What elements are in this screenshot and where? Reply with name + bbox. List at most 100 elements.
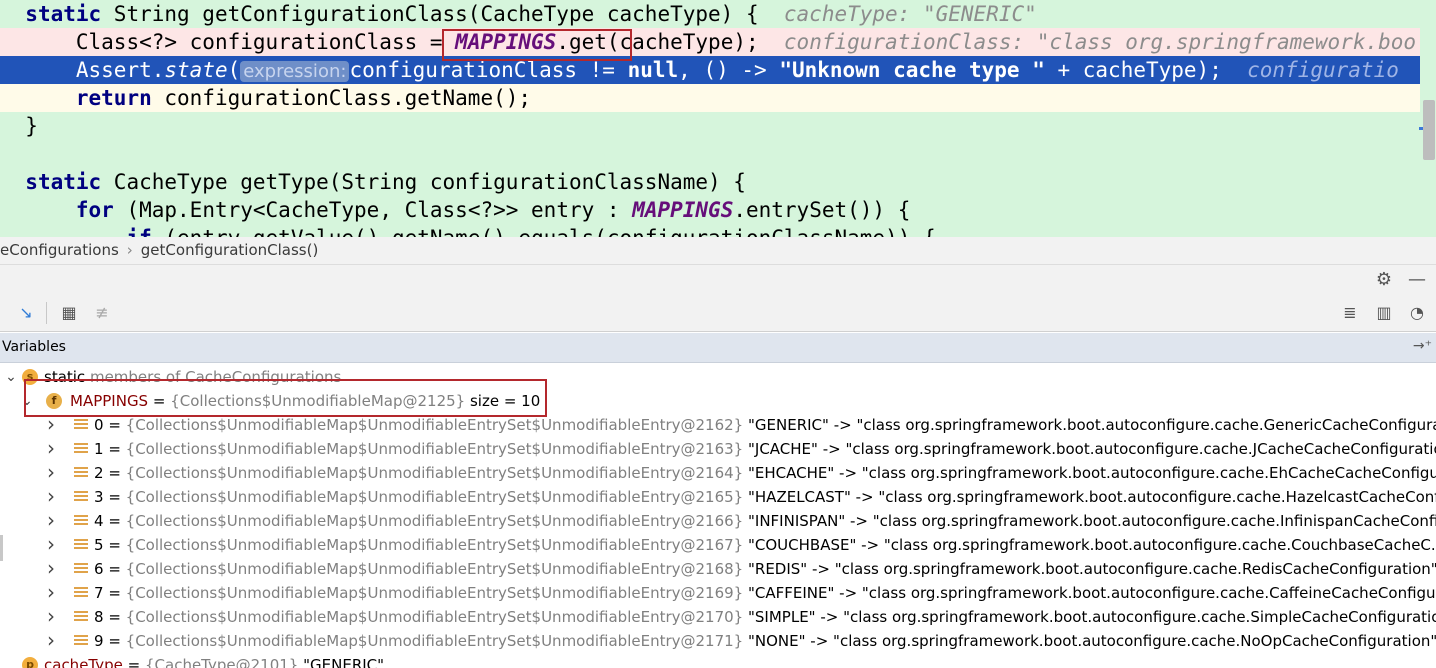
columns-icon[interactable]: ▥ (1374, 303, 1394, 323)
inline-debug-value: cacheType: "GENERIC" (783, 2, 1037, 26)
diff-icon[interactable]: ≢ (92, 303, 112, 323)
table-row[interactable]: › 2 = {Collections$UnmodifiableMap$Unmodi… (0, 461, 1436, 485)
field-name: MAPPINGS (632, 198, 734, 222)
entry-icon (74, 419, 88, 431)
code-line[interactable]: if (entry.getValue().getName().equals(co… (0, 224, 1420, 237)
step-into-icon[interactable]: ↘ (16, 303, 36, 323)
chevron-right-icon[interactable]: › (44, 605, 58, 629)
code-text: Assert. (75, 58, 165, 82)
chevron-right-icon[interactable]: › (44, 413, 58, 437)
code-line[interactable]: } (0, 112, 1420, 140)
entry-label: 4 = {Collections$UnmodifiableMap$Unmodif… (94, 512, 1436, 530)
debug-panel-header: ⚙ — (0, 265, 1436, 295)
chevron-right-icon[interactable]: › (44, 557, 58, 581)
breadcrumb-item-class[interactable]: eConfigurations (0, 237, 119, 264)
entry-icon (74, 491, 88, 503)
keyword: static (25, 2, 102, 26)
gear-icon[interactable]: ⚙ (1374, 270, 1394, 290)
table-row[interactable]: › 4 = {Collections$UnmodifiableMap$Unmodi… (0, 509, 1436, 533)
entry-label: 6 = {Collections$UnmodifiableMap$Unmodif… (94, 560, 1436, 578)
gauge-icon[interactable]: ◔ (1407, 303, 1427, 323)
keyword: static (25, 170, 102, 194)
entry-icon (74, 515, 88, 527)
keyword: for (75, 198, 114, 222)
variables-title: Variables (2, 339, 66, 355)
tree-row-mappings[interactable]: ⌄ f MAPPINGS = {Collections$Unmodifiable… (0, 389, 1436, 413)
entry-icon (74, 635, 88, 647)
chevron-down-icon[interactable]: ⌄ (20, 389, 34, 413)
code-text: configurationClass != (349, 58, 628, 82)
table-row[interactable]: › 1 = {Collections$UnmodifiableMap$Unmodi… (0, 437, 1436, 461)
table-row[interactable]: › 8 = {Collections$UnmodifiableMap$Unmodi… (0, 605, 1436, 629)
inline-debug-value: configurationClass: "class org.springfra… (783, 30, 1417, 54)
code-line[interactable]: return configurationClass.getName(); (0, 84, 1420, 112)
static-icon: s (22, 369, 38, 385)
code-text: Class<?> configurationClass = (75, 30, 456, 54)
parameter-icon: p (22, 657, 38, 668)
entry-label: 8 = {Collections$UnmodifiableMap$Unmodif… (94, 608, 1436, 626)
chevron-right-icon[interactable]: › (44, 485, 58, 509)
breadcrumb: eConfigurations › getConfigurationClass() (0, 237, 1436, 265)
entry-icon (74, 587, 88, 599)
table-row[interactable]: › 6 = {Collections$UnmodifiableMap$Unmodi… (0, 557, 1436, 581)
code-line[interactable]: Class<?> configurationClass = MAPPINGS.g… (0, 28, 1420, 56)
chevron-right-icon[interactable]: › (44, 581, 58, 605)
entry-icon (74, 467, 88, 479)
chevron-right-icon[interactable]: › (44, 509, 58, 533)
inline-debug-value: configuratio (1247, 58, 1399, 82)
variables-header: Variables →⁺ (0, 333, 1436, 363)
mappings-label: MAPPINGS = {Collections$UnmodifiableMap@… (70, 392, 541, 410)
entry-label: 2 = {Collections$UnmodifiableMap$Unmodif… (94, 464, 1436, 482)
entry-label: 7 = {Collections$UnmodifiableMap$Unmodif… (94, 584, 1436, 602)
table-icon[interactable]: ▦ (59, 303, 79, 323)
table-row[interactable]: › 9 = {Collections$UnmodifiableMap$Unmodi… (0, 629, 1436, 653)
static-members-label: static members of CacheConfigurations (44, 368, 342, 386)
chevron-right-icon[interactable]: › (44, 533, 58, 557)
entry-label: 0 = {Collections$UnmodifiableMap$Unmodif… (94, 416, 1436, 434)
parameter-hint: expression: (240, 61, 350, 82)
minimize-icon[interactable]: — (1407, 270, 1427, 290)
code-line[interactable]: for (Map.Entry<CacheType, Class<?>> entr… (0, 196, 1420, 224)
code-text: configurationClass.getName(); (151, 86, 532, 110)
code-text: .entrySet()) { (733, 198, 911, 222)
entry-label: 9 = {Collections$UnmodifiableMap$Unmodif… (94, 632, 1436, 650)
chevron-down-icon[interactable]: ⌄ (4, 365, 18, 389)
keyword: if (126, 226, 151, 237)
code-text: , () -> (678, 58, 780, 82)
chevron-right-icon[interactable]: › (44, 437, 58, 461)
table-row[interactable]: › 0 = {Collections$UnmodifiableMap$Unmodi… (0, 413, 1436, 437)
restore-layout-icon[interactable]: →⁺ (1413, 338, 1432, 354)
list-layout-icon[interactable]: ≣ (1340, 303, 1360, 323)
code-text: + cacheType); (1044, 58, 1248, 82)
code-text: (entry.getValue().getName().equals(confi… (152, 226, 935, 237)
breadcrumb-item-method[interactable]: getConfigurationClass() (141, 237, 319, 264)
keyword: return (75, 86, 152, 110)
entry-icon (74, 563, 88, 575)
table-row[interactable]: › 7 = {Collections$UnmodifiableMap$Unmodi… (0, 581, 1436, 605)
breadcrumb-separator: › (126, 241, 133, 259)
variables-tree[interactable]: ⌄ s static members of CacheConfiguration… (0, 363, 1436, 668)
table-row[interactable]: › 3 = {Collections$UnmodifiableMap$Unmodi… (0, 485, 1436, 509)
code-text: ( (227, 58, 241, 82)
method-name: state (164, 58, 228, 82)
code-line[interactable]: static CacheType getType(String configur… (0, 168, 1420, 196)
editor-scrollbar[interactable] (1423, 100, 1435, 160)
code-line[interactable] (0, 140, 1420, 168)
code-text: } (25, 114, 38, 138)
field-name: MAPPINGS (455, 30, 557, 54)
code-line[interactable]: static String getConfigurationClass(Cach… (0, 0, 1420, 28)
code-editor[interactable]: static String getConfigurationClass(Cach… (0, 0, 1436, 237)
chevron-right-icon[interactable]: › (44, 629, 58, 653)
entry-label: 5 = {Collections$UnmodifiableMap$Unmodif… (94, 536, 1436, 554)
field-icon: f (46, 393, 62, 409)
entry-label: 3 = {Collections$UnmodifiableMap$Unmodif… (94, 488, 1436, 506)
code-line-current-execution[interactable]: Assert.state(expression: configurationCla… (0, 56, 1420, 84)
table-row[interactable]: › 5 = {Collections$UnmodifiableMap$Unmodi… (0, 533, 1436, 557)
code-text: String getConfigurationClass(CacheType c… (101, 2, 784, 26)
chevron-right-icon[interactable]: › (44, 461, 58, 485)
cachetype-label: cacheType = {CacheType@2101} "GENERIC" (44, 656, 385, 668)
panel-edge-marker (0, 535, 3, 561)
